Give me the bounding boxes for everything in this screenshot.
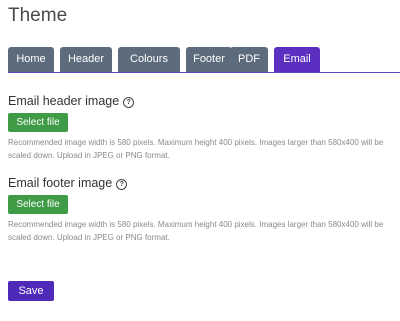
email-footer-label: Email footer image: [8, 176, 113, 190]
tab-header[interactable]: Header: [60, 47, 112, 72]
tab-bar: Home Header Colours Footer PDF Email: [8, 47, 400, 73]
page-title: Theme: [8, 5, 68, 26]
email-header-select-file-button[interactable]: Select file: [8, 113, 68, 132]
tab-email[interactable]: Email: [274, 47, 320, 72]
email-header-label-row: Email header image?: [8, 94, 135, 108]
email-footer-label-row: Email footer image?: [8, 176, 128, 190]
tab-home[interactable]: Home: [8, 47, 54, 72]
email-header-label: Email header image: [8, 94, 120, 108]
tab-colours[interactable]: Colours: [118, 47, 180, 72]
email-footer-select-file-button[interactable]: Select file: [8, 195, 68, 214]
email-footer-hint: Recommended image width is 580 pixels. M…: [8, 220, 384, 242]
question-circle-icon[interactable]: ?: [123, 97, 135, 108]
tab-pdf[interactable]: PDF: [230, 47, 268, 72]
email-header-hint: Recommended image width is 580 pixels. M…: [8, 138, 384, 160]
save-button[interactable]: Save: [8, 281, 54, 301]
tab-footer[interactable]: Footer: [186, 47, 232, 72]
question-circle-icon[interactable]: ?: [116, 179, 128, 190]
theme-page: Theme Home Header Colours Footer PDF Ema…: [0, 0, 400, 321]
